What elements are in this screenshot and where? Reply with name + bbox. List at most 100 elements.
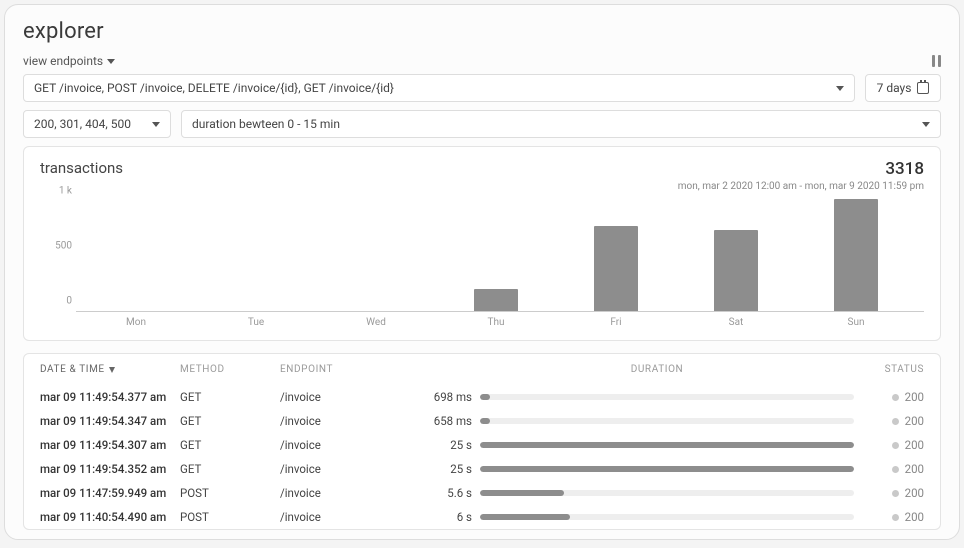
- x-tick-label: Wed: [366, 317, 386, 328]
- cell-method: GET: [180, 414, 270, 428]
- status-code-select[interactable]: 200, 301, 404, 500: [23, 110, 171, 138]
- cell-endpoint: /invoice: [280, 486, 410, 500]
- status-dot-icon: [892, 466, 899, 473]
- page-title: explorer: [23, 19, 941, 44]
- duration-label: 698 ms: [420, 390, 472, 404]
- chevron-down-icon: [836, 86, 844, 91]
- duration-label: 25 s: [420, 462, 472, 476]
- cell-datetime: mar 09 11:49:54.347 am: [40, 414, 170, 428]
- cell-endpoint: /invoice: [280, 462, 410, 476]
- chart-bar[interactable]: [474, 289, 518, 311]
- transactions-table: DATE & TIME METHOD ENDPOINT DURATION STA…: [23, 353, 941, 530]
- duration-bar-track: [480, 442, 854, 448]
- duration-label: 25 s: [420, 438, 472, 452]
- status-code: 200: [905, 510, 924, 524]
- cell-status: 200: [864, 390, 924, 404]
- cell-status: 200: [864, 438, 924, 452]
- duration-bar-track: [480, 466, 854, 472]
- table-body: mar 09 11:49:54.377 am GET/invoice 698 ms 2…: [40, 385, 924, 529]
- cell-endpoint: /invoice: [280, 438, 410, 452]
- x-tick-label: Thu: [488, 317, 505, 328]
- duration-label: 5.6 s: [420, 486, 472, 500]
- duration-bar-track: [480, 418, 854, 424]
- x-tick-label: Mon: [126, 317, 146, 328]
- table-row[interactable]: mar 09 11:47:59.949 am POST/invoice 5.6 s 2…: [40, 481, 924, 505]
- duration-select-value: duration bewteen 0 - 15 min: [192, 117, 340, 131]
- chart-plot-area[interactable]: MonTueWedThuFriSatSun: [76, 202, 924, 312]
- chart-bar[interactable]: [594, 226, 638, 311]
- duration-bar-fill: [480, 490, 564, 496]
- top-row: view endpoints: [23, 54, 941, 68]
- table-row[interactable]: mar 09 11:49:54.307 am GET/invoice 25 s 200: [40, 433, 924, 457]
- duration-bar-fill: [480, 394, 490, 400]
- x-tick-label: Fri: [610, 317, 621, 328]
- col-header-datetime[interactable]: DATE & TIME: [40, 364, 170, 375]
- col-header-duration[interactable]: DURATION: [420, 364, 854, 375]
- table-row[interactable]: mar 09 11:49:54.347 amGET/invoice658 ms2…: [40, 409, 924, 433]
- cell-datetime: mar 09 11:49:54.352 am: [40, 462, 170, 476]
- chevron-down-icon: [152, 122, 160, 127]
- date-range-select[interactable]: 7 days: [865, 74, 941, 102]
- cell-datetime: mar 09 11:49:54.377 am: [40, 390, 170, 404]
- duration-bar-fill: [480, 514, 570, 520]
- status-code: 200: [905, 438, 924, 452]
- x-tick-label: Sun: [848, 317, 865, 328]
- table-row[interactable]: mar 09 11:40:54.490 am POST/invoice 6 s 200: [40, 505, 924, 529]
- duration-bar-track: [480, 514, 854, 520]
- y-tick-label: 500: [55, 241, 72, 252]
- duration-select[interactable]: duration bewteen 0 - 15 min: [181, 110, 941, 138]
- status-code: 200: [905, 414, 924, 428]
- status-dot-icon: [892, 394, 899, 401]
- cell-duration: 5.6 s: [420, 486, 854, 500]
- cell-method: POST: [180, 510, 270, 524]
- table-row[interactable]: mar 09 11:49:54.377 amGET/invoice698 ms2…: [40, 385, 924, 409]
- chevron-down-icon: [107, 59, 115, 64]
- status-dot-icon: [892, 514, 899, 521]
- status-code: 200: [905, 486, 924, 500]
- table-row[interactable]: mar 09 11:49:54.352 amGET/invoice25 s200: [40, 457, 924, 481]
- chart-bar[interactable]: [714, 230, 758, 311]
- app-frame: explorer view endpoints GET /invoice, PO…: [4, 4, 960, 540]
- cell-duration: 6 s: [420, 510, 854, 524]
- col-header-method[interactable]: METHOD: [180, 364, 270, 375]
- cell-method: POST: [180, 486, 270, 500]
- cell-endpoint: /invoice: [280, 510, 410, 524]
- x-tick-label: Tue: [248, 317, 264, 328]
- date-range-label: 7 days: [877, 81, 912, 95]
- duration-bar-fill: [480, 418, 490, 424]
- view-endpoints-dropdown[interactable]: view endpoints: [23, 54, 115, 68]
- cell-duration: 25 s: [420, 438, 854, 452]
- x-tick-label: Sat: [729, 317, 744, 328]
- chart-body: 1 k5000 MonTueWedThuFriSatSun: [40, 202, 924, 332]
- status-code: 200: [905, 462, 924, 476]
- cell-method: GET: [180, 438, 270, 452]
- chart-title: transactions: [40, 159, 123, 177]
- filter-row-2: 200, 301, 404, 500 duration bewteen 0 - …: [23, 110, 941, 138]
- endpoints-select-value: GET /invoice, POST /invoice, DELETE /inv…: [34, 81, 394, 95]
- duration-bar-track: [480, 490, 854, 496]
- filter-row-1: GET /invoice, POST /invoice, DELETE /inv…: [23, 74, 941, 102]
- cell-duration: 25 s: [420, 462, 854, 476]
- col-header-status[interactable]: STATUS: [864, 364, 924, 375]
- cell-status: 200: [864, 414, 924, 428]
- cell-duration: 698 ms: [420, 390, 854, 404]
- cell-endpoint: /invoice: [280, 390, 410, 404]
- chart-bar[interactable]: [834, 199, 878, 311]
- calendar-icon: [917, 82, 929, 94]
- cell-datetime: mar 09 11:40:54.490 am: [40, 510, 170, 524]
- endpoints-select[interactable]: GET /invoice, POST /invoice, DELETE /inv…: [23, 74, 855, 102]
- chart-y-axis: 1 k5000: [40, 202, 76, 312]
- cell-status: 200: [864, 486, 924, 500]
- col-header-datetime-label: DATE & TIME: [40, 364, 105, 375]
- duration-label: 6 s: [420, 510, 472, 524]
- table-header: DATE & TIME METHOD ENDPOINT DURATION STA…: [40, 364, 924, 385]
- col-header-endpoint[interactable]: ENDPOINT: [280, 364, 410, 375]
- duration-bar-fill: [480, 442, 854, 448]
- pause-icon[interactable]: [932, 55, 941, 67]
- status-dot-icon: [892, 490, 899, 497]
- cell-datetime: mar 09 11:47:59.949 am: [40, 486, 170, 500]
- status-dot-icon: [892, 442, 899, 449]
- view-endpoints-label: view endpoints: [23, 54, 103, 68]
- sort-desc-icon: [109, 367, 115, 373]
- cell-datetime: mar 09 11:49:54.307 am: [40, 438, 170, 452]
